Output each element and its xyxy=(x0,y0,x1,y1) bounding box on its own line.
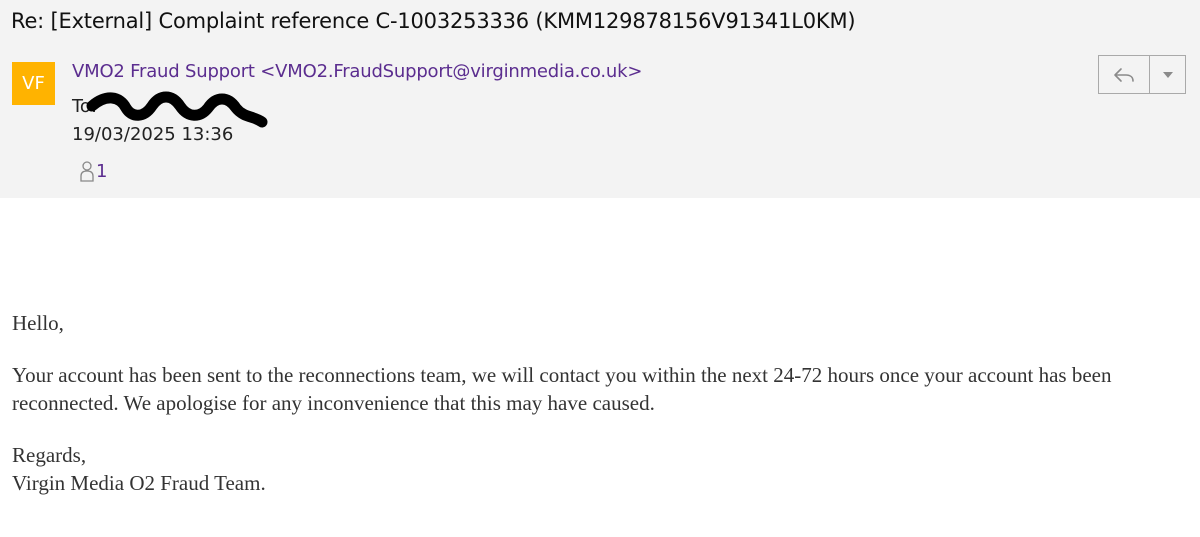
sent-date: 19/03/2025 13:36 xyxy=(72,124,234,145)
message-header: Re: [External] Complaint reference C-100… xyxy=(0,0,1200,198)
sender-avatar: VF xyxy=(12,62,55,105)
recipients-count: 1 xyxy=(96,160,108,182)
recipients-expander[interactable]: 1 xyxy=(80,159,107,183)
reply-icon xyxy=(1114,67,1134,82)
reply-button-group xyxy=(1098,55,1186,94)
reply-button[interactable] xyxy=(1099,56,1150,93)
signoff: Regards, xyxy=(12,443,87,467)
signature: Virgin Media O2 Fraud Team. xyxy=(12,471,266,495)
email-subject: Re: [External] Complaint reference C-100… xyxy=(11,9,856,33)
redaction-scribble xyxy=(86,91,268,128)
more-actions-button[interactable] xyxy=(1150,56,1185,93)
person-icon xyxy=(80,161,94,182)
sender-link[interactable]: VMO2 Fraud Support <VMO2.FraudSupport@vi… xyxy=(72,61,642,82)
message-body: Hello, Your account has been sent to the… xyxy=(12,309,1192,497)
greeting: Hello, xyxy=(12,311,64,335)
chevron-down-icon xyxy=(1162,71,1173,78)
body-paragraph: Your account has been sent to the reconn… xyxy=(12,363,1112,415)
